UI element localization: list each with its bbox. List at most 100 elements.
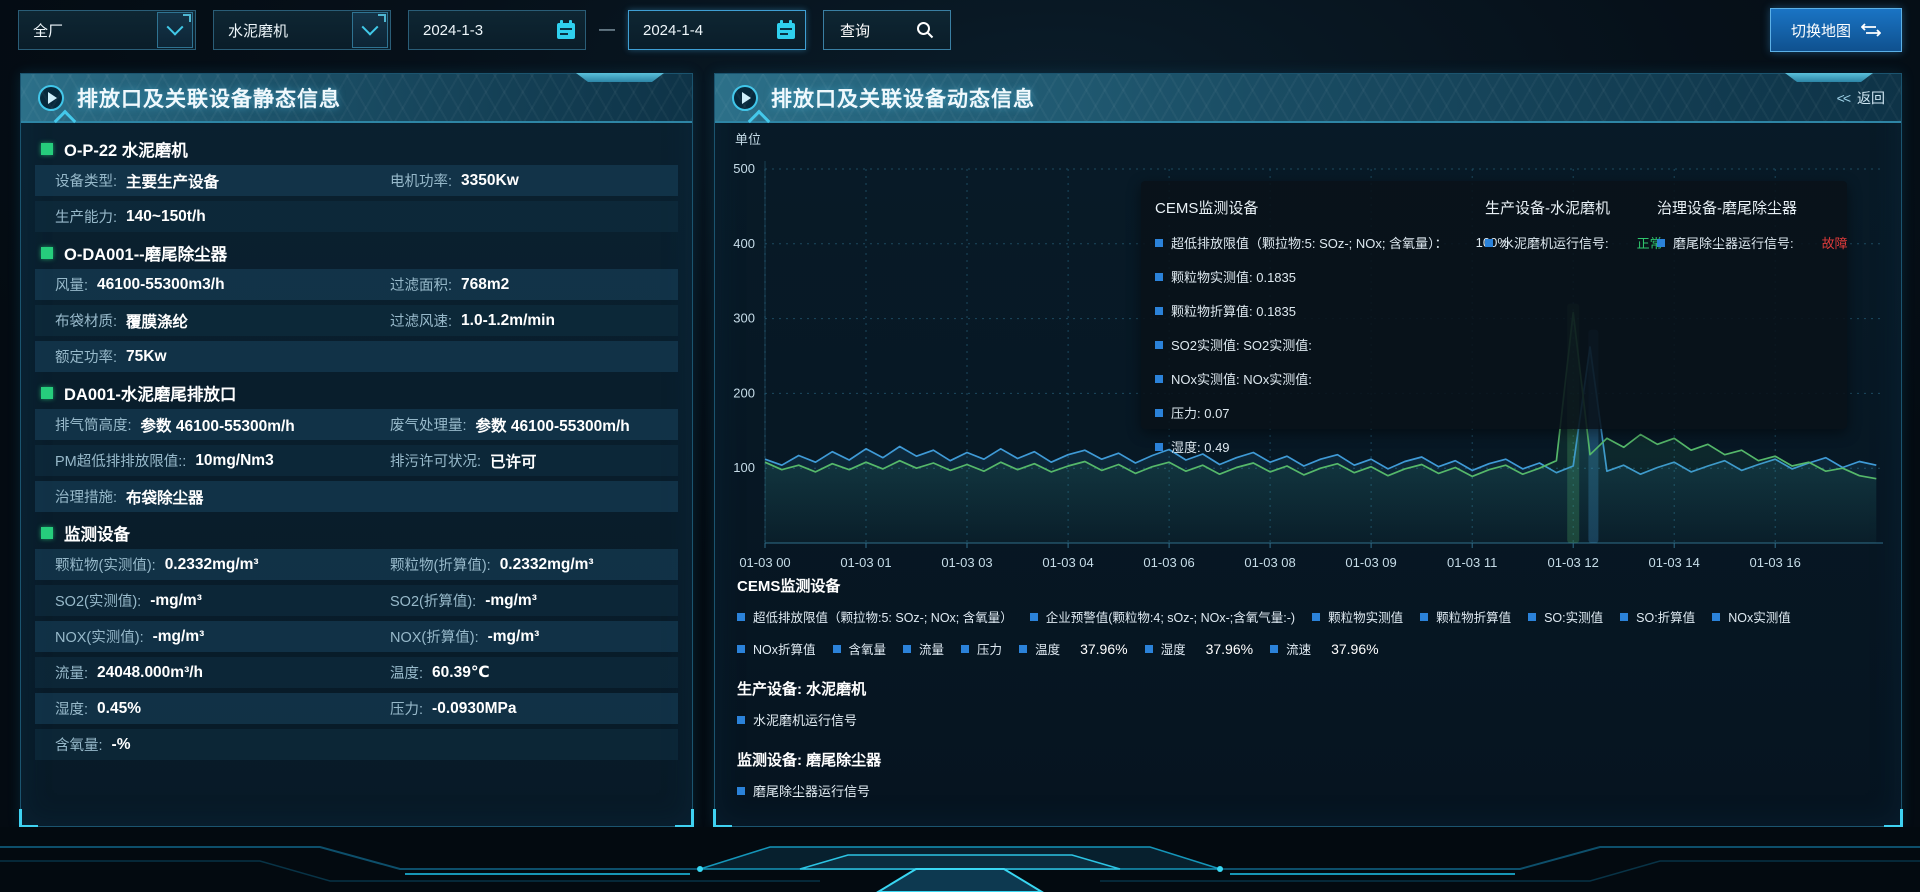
info-cell: 湿度:0.45% bbox=[35, 698, 370, 719]
svg-text:200: 200 bbox=[733, 385, 755, 400]
legend-marker-icon bbox=[1420, 613, 1428, 621]
info-value: 布袋除尘器 bbox=[126, 486, 204, 508]
legend-marker-icon bbox=[1620, 613, 1628, 621]
info-cell: 电机功率:3350Kw bbox=[370, 170, 678, 191]
static-info-rows: O-P-22 水泥磨机设备类型:主要生产设备电机功率:3350Kw生产能力:14… bbox=[21, 123, 692, 775]
info-value: 0.2332mg/m³ bbox=[165, 556, 259, 574]
device-select[interactable]: 水泥磨机 bbox=[213, 10, 391, 50]
switch-map-button[interactable]: 切换地图 bbox=[1770, 8, 1902, 52]
info-cell: SO2(折算值):-mg/m³ bbox=[370, 590, 678, 611]
signal-label: 水泥磨机运行信号 bbox=[753, 710, 857, 729]
svg-text:01-03 14: 01-03 14 bbox=[1649, 555, 1700, 570]
tooltip-text: SO2实测值: SO2实测值: bbox=[1171, 335, 1312, 354]
tooltip-marker-icon bbox=[1155, 239, 1163, 247]
tooltip-marker-icon bbox=[1155, 409, 1163, 417]
legend-marker-icon bbox=[1145, 645, 1153, 653]
legend-label: 温度 bbox=[1035, 639, 1060, 658]
legend-item[interactable]: 含氧量 bbox=[833, 639, 887, 658]
info-cell: 颗粒物(实测值):0.2332mg/m³ bbox=[35, 554, 370, 575]
tooltip-marker-icon bbox=[1155, 341, 1163, 349]
legend-item[interactable]: 流速 37.96% bbox=[1270, 639, 1379, 658]
back-button[interactable]: << 返回 bbox=[1837, 88, 1885, 108]
info-cell: 温度:60.39℃ bbox=[370, 662, 678, 683]
info-cell: 排气筒高度:参数 46100-55300m/h bbox=[35, 414, 370, 436]
calendar-icon[interactable] bbox=[549, 13, 583, 47]
tooltip-item: 超低排放限值（颗拉物:5: SOz-; NOx; 含氧量）：100% bbox=[1155, 233, 1481, 252]
chevron-down-icon[interactable] bbox=[352, 12, 388, 48]
section-header: O-P-22 水泥磨机 bbox=[33, 133, 680, 165]
legend-item[interactable]: 颗粒物折算值 bbox=[1420, 607, 1511, 626]
info-value: 1.0-1.2m/min bbox=[461, 312, 555, 330]
info-label: 治理措施: bbox=[55, 486, 117, 507]
bottom-tech-frame bbox=[0, 827, 1920, 892]
chevron-down-icon[interactable] bbox=[157, 12, 193, 48]
search-icon bbox=[916, 21, 934, 39]
tooltip-marker-icon bbox=[1485, 239, 1493, 247]
tooltip-item: 磨尾除尘器运行信号:故障 bbox=[1657, 233, 1839, 252]
legend-label: 流速 bbox=[1286, 639, 1311, 658]
info-label: 流量: bbox=[55, 662, 88, 683]
legend-label: SO:折算值 bbox=[1636, 607, 1695, 626]
legend-title: CEMS监测设备 bbox=[737, 575, 1885, 596]
tooltip-item: NOx实测值: NOx实测值: bbox=[1155, 369, 1481, 388]
tooltip-text: 水泥磨机运行信号: bbox=[1501, 233, 1609, 252]
dynamic-panel-header: 排放口及关联设备动态信息 << 返回 bbox=[715, 74, 1901, 123]
info-value: 参数 46100-55300m/h bbox=[476, 414, 630, 436]
info-cell: 风量:46100-55300m3/h bbox=[35, 274, 370, 295]
tooltip-marker-icon bbox=[1155, 375, 1163, 383]
legend-item[interactable]: 企业预警值(颗粒物:4; sOz-; NOx-;含氧气量:-) bbox=[1030, 607, 1295, 626]
legend-item[interactable]: 流量 bbox=[903, 639, 944, 658]
legend-item[interactable]: 超低排放限值（颗拉物:5: SOz-; NOx; 含氧量） bbox=[737, 607, 1013, 626]
legend-marker-icon bbox=[737, 787, 745, 795]
production-items: 水泥磨机运行信号 bbox=[737, 710, 1885, 729]
legend-label: NOx实测值 bbox=[1728, 607, 1791, 626]
signal-item[interactable]: 水泥磨机运行信号 bbox=[737, 710, 1885, 729]
svg-text:01-03 04: 01-03 04 bbox=[1042, 555, 1093, 570]
signal-item[interactable]: 磨尾除尘器运行信号 bbox=[737, 781, 1885, 800]
info-value: 主要生产设备 bbox=[126, 170, 219, 192]
monitoring-items: 磨尾除尘器运行信号 bbox=[737, 781, 1885, 800]
start-date-input[interactable]: 2024-1-3 bbox=[408, 10, 586, 50]
info-cell: 设备类型:主要生产设备 bbox=[35, 170, 370, 192]
info-row: 治理措施: 布袋除尘器 bbox=[35, 481, 678, 512]
info-label: NOX(折算值): bbox=[390, 626, 479, 647]
end-date-input[interactable]: 2024-1-4 bbox=[628, 10, 806, 50]
legend-label: 颗粒物折算值 bbox=[1436, 607, 1511, 626]
info-cell: PM超低排排放限值::10mg/Nm3 bbox=[35, 450, 370, 471]
legend-label: 含氧量 bbox=[849, 639, 887, 658]
legend-marker-icon bbox=[1019, 645, 1027, 653]
plant-select[interactable]: 全厂 bbox=[18, 10, 196, 50]
legend-item[interactable]: 湿度37.96% bbox=[1145, 639, 1254, 658]
query-button[interactable]: 查询 bbox=[823, 10, 951, 50]
corner-bracket bbox=[675, 809, 694, 828]
legend-item[interactable]: SO:折算值 bbox=[1620, 607, 1695, 626]
tooltip-text: 颗粒物实测值: 0.1835 bbox=[1171, 267, 1296, 286]
page-title-static: 排放口及关联设备静态信息 bbox=[77, 83, 341, 113]
info-cell: 流量:24048.000m³/h bbox=[35, 662, 370, 683]
info-label: PM超低排排放限值:: bbox=[55, 450, 186, 471]
query-label: 查询 bbox=[840, 20, 870, 41]
page-title-dynamic: 排放口及关联设备动态信息 bbox=[771, 83, 1035, 113]
legend-value: 37.96% bbox=[1331, 641, 1378, 657]
header-tab-decoration bbox=[576, 73, 664, 82]
calendar-icon[interactable] bbox=[769, 13, 803, 47]
info-label: 风量: bbox=[55, 274, 88, 295]
legend-item[interactable]: NOx折算值 bbox=[737, 639, 816, 658]
static-info-panel: 排放口及关联设备静态信息 O-P-22 水泥磨机设备类型:主要生产设备电机功率:… bbox=[20, 73, 693, 827]
info-row: 流量:24048.000m³/h温度:60.39℃ bbox=[35, 657, 678, 688]
legend-marker-icon bbox=[1270, 645, 1278, 653]
legend-item[interactable]: NOx实测值 bbox=[1712, 607, 1791, 626]
info-row: 颗粒物(实测值):0.2332mg/m³颗粒物(折算值):0.2332mg/m³ bbox=[35, 549, 678, 580]
info-value: 75Kw bbox=[126, 348, 167, 366]
info-label: 生产能力: bbox=[55, 206, 117, 227]
svg-text:500: 500 bbox=[733, 161, 755, 176]
svg-text:01-03 01: 01-03 01 bbox=[840, 555, 891, 570]
legend-item[interactable]: 颗粒物实测值 bbox=[1312, 607, 1403, 626]
legend-item[interactable]: SO:实测值 bbox=[1528, 607, 1603, 626]
legend-item[interactable]: 压力 bbox=[961, 639, 1002, 658]
monitoring-title: 监测设备: 磨尾除尘器 bbox=[737, 749, 1885, 770]
tooltip-item: SO2实测值: SO2实测值: bbox=[1155, 335, 1481, 354]
legend-item[interactable]: 温度37.96% bbox=[1019, 639, 1128, 658]
legend-label: 压力 bbox=[977, 639, 1002, 658]
chart-tooltip: CEMS监测设备超低排放限值（颗拉物:5: SOz-; NOx; 含氧量）：10… bbox=[1141, 181, 1847, 429]
